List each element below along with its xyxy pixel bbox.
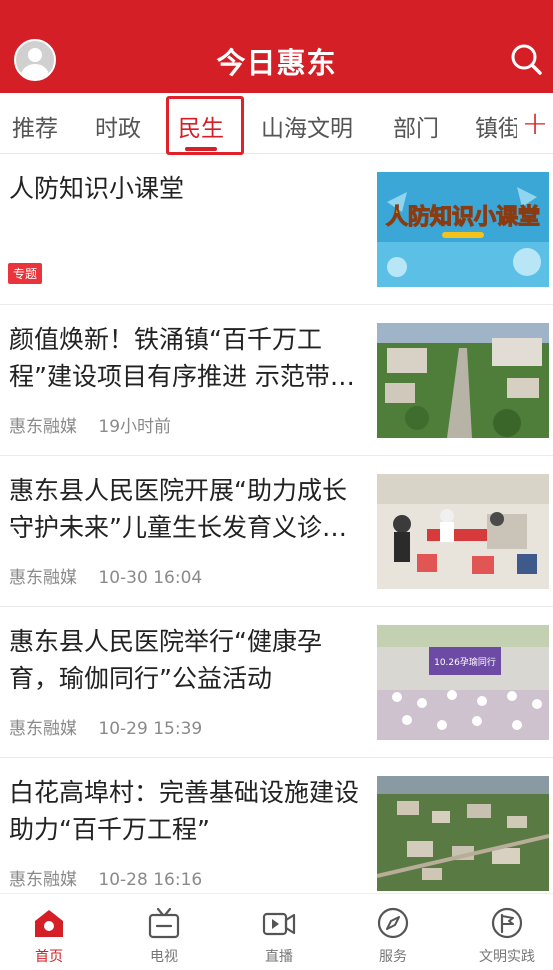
nav-services[interactable]: 服务 xyxy=(353,906,433,966)
thumbnail-image xyxy=(377,323,549,438)
topic-badge: 专题 xyxy=(8,263,43,284)
tv-icon xyxy=(148,907,180,939)
item-meta: 惠东融媒 10-29 15:39 xyxy=(9,714,202,739)
source-label: 惠东融媒 xyxy=(9,417,77,437)
item-text: 人防知识小课堂 xyxy=(9,170,359,207)
nav-live-label: 直播 xyxy=(265,949,293,965)
item-text: 惠东县人民医院举行“健康孕育，瑜伽同行”公益活动 xyxy=(9,623,359,697)
item-meta: 惠东融媒 19小时前 xyxy=(9,412,171,437)
tab-civilization[interactable]: 山海文明 xyxy=(261,109,353,143)
timestamp: 10-28 16:16 xyxy=(98,870,203,890)
tab-recommend[interactable]: 推荐 xyxy=(12,109,58,143)
page-title: 今日惠东 xyxy=(216,46,337,80)
tab-highlight-box xyxy=(166,96,244,155)
list-item[interactable]: 白花高埠村：完善基础设施建设 助力“百千万工程” 惠东融媒 10-28 16:1… xyxy=(0,758,553,909)
list-item[interactable]: 惠东县人民医院举行“健康孕育，瑜伽同行”公益活动 惠东融媒 10-29 15:3… xyxy=(0,607,553,758)
app-header: 今日惠东 xyxy=(0,0,553,93)
timestamp: 10-29 15:39 xyxy=(98,719,203,739)
item-text: 白花高埠村：完善基础设施建设 助力“百千万工程” xyxy=(9,774,359,848)
tab-departments[interactable]: 部门 xyxy=(393,109,439,143)
live-video-icon xyxy=(262,912,296,936)
nav-home[interactable]: 首页 xyxy=(9,906,89,966)
source-label: 惠东融媒 xyxy=(9,719,77,739)
home-icon xyxy=(35,910,63,937)
headline: 人防知识小课堂 xyxy=(9,174,185,203)
timestamp: 19小时前 xyxy=(98,417,172,437)
nav-civilization[interactable]: 文明实践 xyxy=(467,906,547,966)
news-feed: 人防知识小课堂 专题 人防知识小课堂 颜值焕新！铁涌镇“百千万工程”建设项目有序… xyxy=(0,154,553,909)
headline: 惠东县人民医院举行“健康孕育，瑜伽同行”公益活动 xyxy=(9,627,322,693)
compass-icon xyxy=(377,907,409,939)
thumbnail-image xyxy=(377,776,549,891)
list-item[interactable]: 颜值焕新！铁涌镇“百千万工程”建设项目有序推进 示范带建设 惠东融媒 19小时前 xyxy=(0,305,553,456)
tab-towns[interactable]: 镇街 xyxy=(475,109,521,143)
nav-services-label: 服务 xyxy=(379,949,407,965)
tab-politics[interactable]: 时政 xyxy=(95,109,141,143)
source-label: 惠东融媒 xyxy=(9,870,77,890)
list-item[interactable]: 人防知识小课堂 专题 人防知识小课堂 xyxy=(0,154,553,305)
headline: 惠东县人民医院开展“助力成长 守护未来”儿童生长发育义诊活动 xyxy=(9,476,347,542)
item-text: 颜值焕新！铁涌镇“百千万工程”建设项目有序推进 示范带建设 xyxy=(9,321,359,395)
add-channel-icon[interactable]: + xyxy=(517,93,553,153)
list-item[interactable]: 惠东县人民医院开展“助力成长 守护未来”儿童生长发育义诊活动 惠东融媒 10-3… xyxy=(0,456,553,607)
flag-circle-icon xyxy=(491,907,523,939)
item-meta: 惠东融媒 10-30 16:04 xyxy=(9,563,202,588)
item-meta: 惠东融媒 10-28 16:16 xyxy=(9,865,202,890)
thumb-banner-text: 10.26孕瑜同行 xyxy=(434,656,496,668)
item-text: 惠东县人民医院开展“助力成长 守护未来”儿童生长发育义诊活动 xyxy=(9,472,359,546)
thumbnail-image: 10.26孕瑜同行 xyxy=(377,625,549,740)
nav-civilization-label: 文明实践 xyxy=(479,949,535,965)
thumbnail-image: 人防知识小课堂 xyxy=(377,172,549,287)
timestamp: 10-30 16:04 xyxy=(98,568,203,588)
nav-live[interactable]: 直播 xyxy=(239,906,319,966)
channel-tabs: 推荐 时政 民生 山海文明 部门 镇街 xyxy=(0,93,553,154)
source-label: 惠东融媒 xyxy=(9,568,77,588)
nav-tv-label: 电视 xyxy=(150,949,178,965)
thumb-caption: 人防知识小课堂 xyxy=(386,204,540,230)
nav-home-label: 首页 xyxy=(35,949,63,965)
bottom-nav: 首页 电视 直播 服务 文明实践 xyxy=(0,893,553,970)
nav-tv[interactable]: 电视 xyxy=(124,906,204,966)
headline: 白花高埠村：完善基础设施建设 助力“百千万工程” xyxy=(9,778,359,844)
thumbnail-image xyxy=(377,474,549,589)
search-icon[interactable] xyxy=(509,42,543,76)
headline: 颜值焕新！铁涌镇“百千万工程”建设项目有序推进 示范带建设 xyxy=(9,325,355,391)
